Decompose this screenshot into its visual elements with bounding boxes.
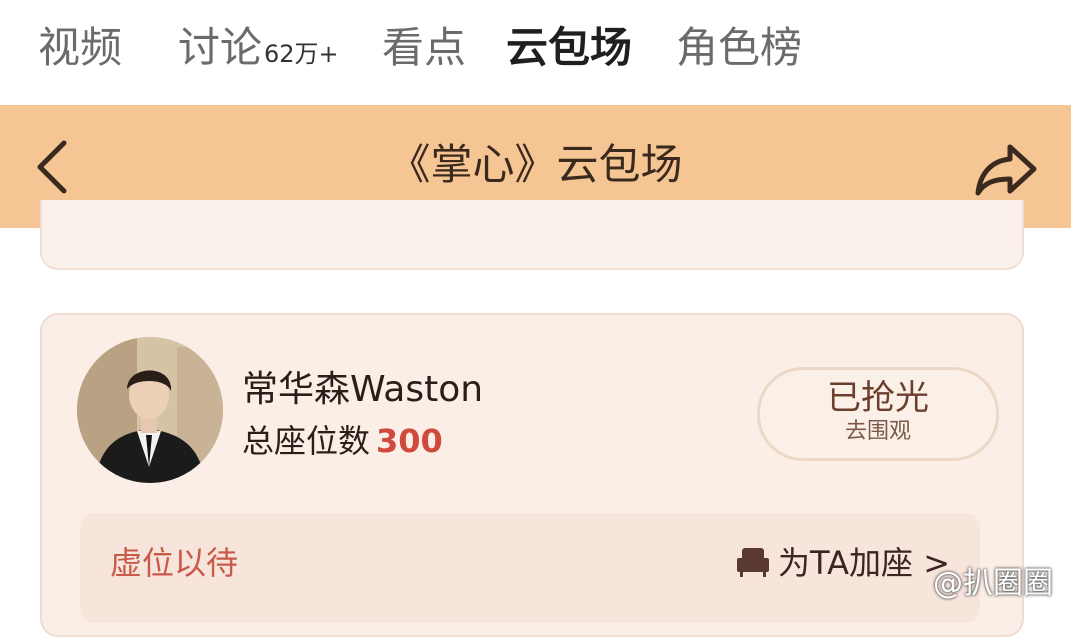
theater-card[interactable]: 常华森Waston 总座位数 300 已抢光 去围观 虚位以待 为TA加座 > — [40, 313, 1024, 637]
page-title: 《掌心》云包场 — [388, 140, 683, 189]
tab-cloud-theater[interactable]: 云包场 — [506, 20, 632, 76]
tab-character-ranking[interactable]: 角色榜 — [676, 20, 802, 76]
status-main-label: 已抢光 — [827, 378, 929, 418]
host-name: 常华森Waston — [242, 369, 484, 410]
seat-total-label: 总座位数 — [242, 422, 371, 460]
tab-bar: 视频 讨论62万+ 看点 云包场 角色榜 — [0, 0, 1071, 105]
seat-total: 总座位数 300 — [242, 419, 443, 463]
seat-icon — [736, 546, 770, 578]
add-seat-link[interactable]: 为TA加座 > — [736, 543, 950, 583]
share-arrow-icon[interactable] — [972, 141, 1038, 197]
sold-out-button[interactable]: 已抢光 去围观 — [757, 367, 999, 461]
watermark: @扒圈圈 — [933, 566, 1053, 601]
tab-highlights[interactable]: 看点 — [382, 20, 466, 76]
discussion-count: 62万+ — [264, 40, 339, 68]
add-seat-row: 虚位以待 为TA加座 > — [80, 513, 980, 623]
vacant-seat-label: 虚位以待 — [110, 544, 239, 582]
tab-video[interactable]: 视频 — [38, 20, 122, 76]
avatar[interactable] — [77, 337, 223, 483]
seat-total-count: 300 — [376, 422, 443, 460]
add-seat-label: 为TA加座 — [778, 544, 914, 582]
tab-discussion-label: 讨论 — [178, 23, 263, 72]
previous-card — [40, 200, 1024, 270]
status-sub-label: 去围观 — [844, 419, 911, 444]
tab-discussion[interactable]: 讨论62万+ — [178, 20, 339, 82]
